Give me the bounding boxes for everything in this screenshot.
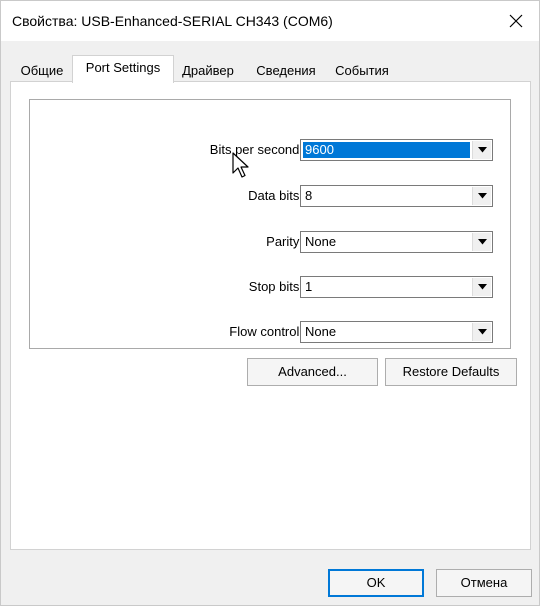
tab-strip: Общие Port Settings Драйвер Сведения Соб… xyxy=(10,55,530,83)
tab-port-settings[interactable]: Port Settings xyxy=(72,55,174,83)
bits-per-second-label: Bits per second: xyxy=(209,142,303,157)
data-bits-label: Data bits: xyxy=(248,188,303,203)
data-bits-value: 8 xyxy=(305,188,313,203)
restore-defaults-button[interactable]: Restore Defaults xyxy=(385,358,517,386)
parity-label: Parity: xyxy=(266,234,303,249)
ok-button[interactable]: OK xyxy=(328,569,424,597)
flow-control-label: Flow control: xyxy=(229,324,303,339)
tab-driver[interactable]: Драйвер xyxy=(174,60,242,81)
stop-bits-value: 1 xyxy=(305,279,313,294)
parity-select[interactable]: None xyxy=(300,231,493,253)
close-icon xyxy=(509,14,523,28)
port-settings-panel: Bits per second: 9600 Data bits: 8 Parit… xyxy=(10,81,531,550)
chevron-down-icon xyxy=(472,141,491,159)
advanced-button[interactable]: Advanced... xyxy=(247,358,378,386)
window-title: Свойства: USB-Enhanced-SERIAL CH343 (COM… xyxy=(12,13,333,29)
data-bits-select[interactable]: 8 xyxy=(300,185,493,207)
parity-value: None xyxy=(305,234,337,249)
chevron-down-icon xyxy=(472,233,491,251)
bits-per-second-value: 9600 xyxy=(303,142,470,158)
chevron-down-icon xyxy=(472,278,491,296)
stop-bits-select[interactable]: 1 xyxy=(300,276,493,298)
flow-control-select[interactable]: None xyxy=(300,321,493,343)
tab-events[interactable]: События xyxy=(330,60,394,81)
flow-control-value: None xyxy=(305,324,337,339)
cancel-button[interactable]: Отмена xyxy=(436,569,532,597)
properties-dialog: Свойства: USB-Enhanced-SERIAL CH343 (COM… xyxy=(0,0,540,606)
chevron-down-icon xyxy=(472,187,491,205)
tab-general[interactable]: Общие xyxy=(12,60,72,81)
stop-bits-label: Stop bits: xyxy=(248,279,303,294)
mouse-pointer-icon xyxy=(231,151,251,182)
title-bar: Свойства: USB-Enhanced-SERIAL CH343 (COM… xyxy=(1,1,539,41)
settings-group: Bits per second: 9600 Data bits: 8 Parit… xyxy=(29,99,511,349)
close-button[interactable] xyxy=(499,5,533,37)
bits-per-second-select[interactable]: 9600 xyxy=(300,139,493,161)
chevron-down-icon xyxy=(472,323,491,341)
tab-details[interactable]: Сведения xyxy=(248,60,324,81)
